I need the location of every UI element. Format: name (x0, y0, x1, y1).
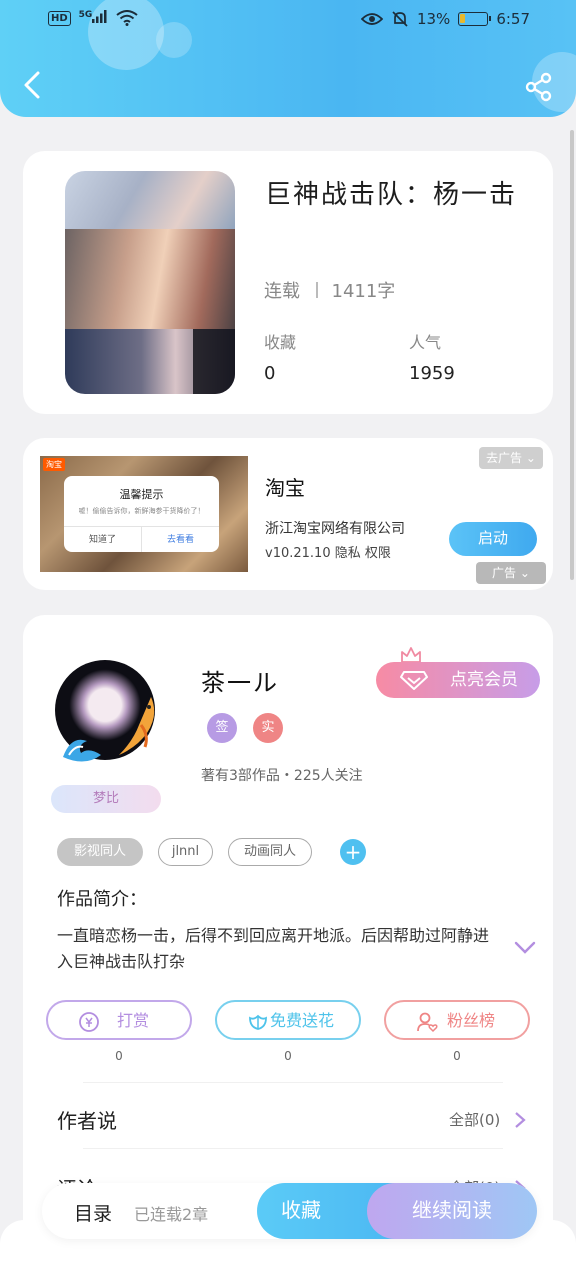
intro-text: 一直暗恋杨一击，后得不到回应离开地派。后因帮助过阿静进入巨神战击队打杂 (57, 926, 490, 971)
battery-percent: 13% (416, 10, 451, 28)
ad-launch-button[interactable]: 启动 (449, 522, 537, 556)
tag-chip[interactable]: 影视同人 (57, 838, 143, 866)
ad-skip-button[interactable]: 去广告 ⌄ (479, 447, 543, 469)
ad-image-tag: 淘宝 (43, 458, 65, 471)
back-arrow-icon[interactable] (20, 70, 44, 100)
network-type: 5G (78, 10, 93, 20)
chevron-down-icon: ⌄ (519, 566, 530, 580)
fan-user-icon (417, 1012, 438, 1033)
favorites-value: 0 (264, 363, 276, 384)
coin-icon (79, 1012, 99, 1032)
ad-image[interactable]: 淘宝 温馨提示 嘘！偷偷告诉你，新鲜海参干货降价了！ 知道了 去看看 (40, 456, 248, 572)
ad-dialog-title: 温馨提示 (119, 488, 164, 501)
tip-button-label: 打赏 (116, 1011, 149, 1030)
bottom-action-bar: 目录 已连载2章 收藏 继续阅读 (42, 1183, 537, 1239)
free-flower-label: 免费送花 (269, 1011, 334, 1030)
free-flower-button[interactable]: 免费送花 (215, 1000, 361, 1040)
ad-version: v10.21.10 隐私 权限 (265, 546, 391, 561)
signed-badge: 签 (207, 713, 237, 743)
word-count: 1411字 (331, 281, 396, 302)
author-says-label[interactable]: 作者说 (57, 1105, 117, 1134)
koi-frame-icon (119, 697, 155, 755)
divider (83, 1082, 503, 1083)
meta-divider (316, 282, 318, 298)
share-icon[interactable] (524, 72, 554, 102)
wifi-icon (116, 10, 138, 26)
ad-card[interactable]: 淘宝 温馨提示 嘘！偷偷告诉你，新鲜海参干货降价了！ 知道了 去看看 淘宝 浙江… (23, 438, 553, 590)
ad-dialog-mock: 温馨提示 嘘！偷偷告诉你，新鲜海参干货降价了！ 知道了 去看看 (64, 476, 219, 552)
add-tag-button[interactable]: + (340, 839, 366, 865)
flower-icon (249, 1014, 267, 1030)
book-cover-image[interactable] (65, 171, 235, 394)
book-info-card: 巨神战击队：杨一击 连载 1411字 收藏 0 人气 1959 (23, 151, 553, 414)
popularity-value: 1959 (409, 363, 455, 384)
eye-icon (360, 13, 383, 25)
intro-label: 作品简介： (57, 889, 147, 910)
hd-indicator: HD (48, 10, 71, 26)
wave-decor-icon (63, 739, 101, 762)
ad-skip-label: 去广告 (486, 451, 523, 465)
author-works: 著有3部作品・225人关注 (201, 768, 363, 784)
ad-brand: 淘宝 (265, 476, 305, 500)
popularity-label: 人气 (409, 333, 442, 352)
expand-chevron-icon[interactable] (513, 939, 537, 957)
ad-label: 广告 ⌄ (476, 562, 546, 584)
chevron-right-icon[interactable] (513, 1111, 527, 1129)
tag-chip[interactable]: 动画同人 (228, 838, 312, 866)
signal-icon: 5G (79, 10, 109, 26)
chevron-down-icon: ⌄ (525, 451, 536, 465)
favorites-label: 收藏 (264, 333, 297, 352)
book-state: 连载 (264, 281, 300, 302)
scrollbar[interactable] (570, 130, 574, 580)
serial-status: 已连载2章 (134, 1205, 209, 1224)
verified-badge: 实 (253, 713, 283, 743)
tip-button[interactable]: 打赏 (46, 1000, 192, 1040)
diamond-icon (400, 671, 428, 690)
author-card: 梦比 茶一ル 点亮会员 签 实 著有3部作品・225人关注 影视同人 jlnnl… (23, 615, 553, 1255)
author-badge: 梦比 (51, 785, 161, 813)
battery-icon (458, 12, 492, 26)
fan-rank-button[interactable]: 粉丝榜 (384, 1000, 530, 1040)
ad-label-text: 广告 (492, 566, 517, 580)
book-meta: 连载 1411字 (264, 277, 395, 303)
ad-dialog-message: 嘘！偷偷告诉你，新鲜海参干货降价了！ (78, 507, 205, 515)
status-bar: HD 5G 13% 6:57 (0, 8, 576, 34)
fan-rank-label: 粉丝榜 (446, 1011, 495, 1030)
mute-bell-icon (392, 11, 408, 27)
divider (83, 1148, 503, 1149)
tip-count: 0 (115, 1049, 123, 1063)
author-says-all[interactable]: 全部(0) (449, 1109, 500, 1130)
vip-button[interactable]: 点亮会员 (376, 662, 540, 698)
author-name[interactable]: 茶一ル (201, 663, 279, 698)
tag-chip[interactable]: jlnnl (158, 838, 213, 866)
clock: 6:57 (496, 10, 530, 28)
vip-button-label: 点亮会员 (450, 670, 518, 689)
ad-dialog-cancel: 知道了 (64, 527, 142, 552)
fan-count: 0 (453, 1049, 461, 1063)
ad-dialog-confirm: 去看看 (166, 535, 194, 545)
ad-company: 浙江淘宝网络有限公司 (265, 521, 405, 537)
toc-button[interactable]: 目录 (74, 1199, 112, 1226)
flower-count: 0 (284, 1049, 292, 1063)
top-header: HD 5G 13% 6:57 (0, 0, 576, 117)
book-title: 巨神战击队：杨一击 (265, 180, 518, 210)
continue-reading-button[interactable]: 继续阅读 (367, 1183, 537, 1239)
